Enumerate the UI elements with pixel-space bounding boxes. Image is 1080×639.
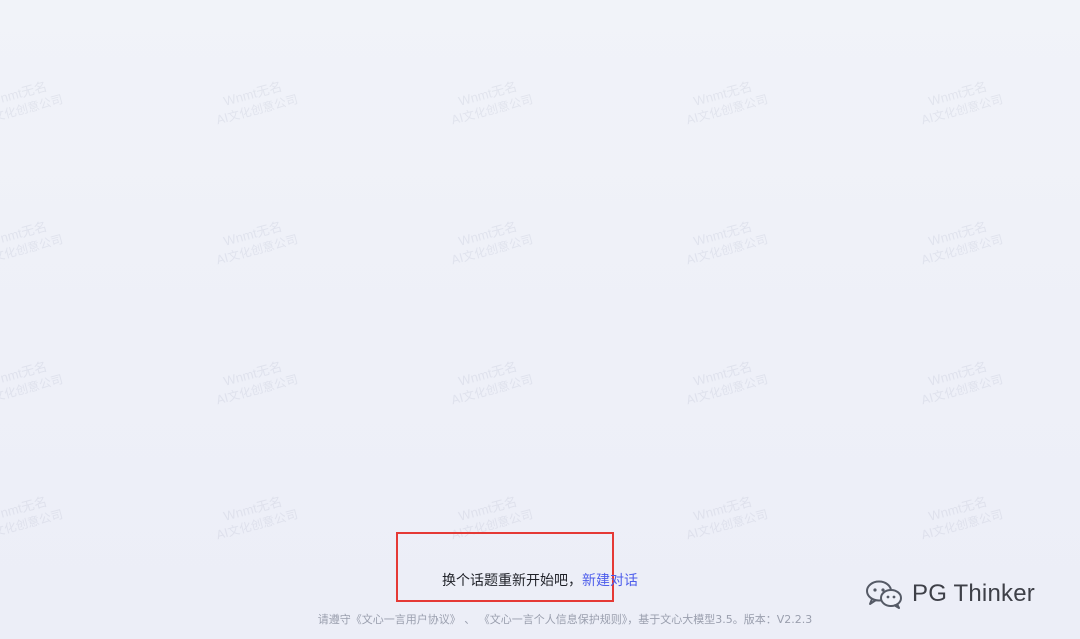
watermark-line-1: Wnmt无名 xyxy=(221,358,284,389)
privacy-rules-link[interactable]: 《文心一言个人信息保护规则》 xyxy=(479,613,628,626)
watermark-line-2: AI文化创意公司 xyxy=(214,372,300,408)
watermark-line-2: AI文化创意公司 xyxy=(919,372,1005,408)
footer-suffix: ，基于文心大模型3.5。版本：V2.2.3 xyxy=(627,613,813,626)
footer-notice: 请遵守《文心一言用户协议》 、 《文心一言个人信息保护规则》，基于文心大模型3.… xyxy=(0,612,1080,628)
watermark-line-1: Wnmt无名 xyxy=(691,218,754,249)
footer-separator: 、 xyxy=(464,613,476,626)
restart-text: 换个话题重新开始吧， xyxy=(442,573,582,589)
brand-name: PG Thinker xyxy=(912,580,1035,607)
watermark-text: Wnmt无名 AI文化创意公司 xyxy=(408,345,571,419)
user-agreement-link[interactable]: 《文心一言用户协议》 xyxy=(351,613,461,626)
watermark-line-1: Wnmt无名 xyxy=(221,78,284,109)
watermark-line-1: Wnmt无名 xyxy=(456,358,519,389)
watermark-line-2: AI文化创意公司 xyxy=(684,372,770,408)
watermark-line-1: Wnmt无名 xyxy=(691,78,754,109)
watermark-text: Wnmt无名 AI文化创意公司 xyxy=(643,205,806,279)
watermark-line-2: AI文化创意公司 xyxy=(0,232,65,268)
brand-watermark: PG Thinker xyxy=(864,579,1035,609)
watermark-line-1: Wnmt无名 xyxy=(0,358,49,389)
watermark-text: Wnmt无名 AI文化创意公司 xyxy=(878,480,1041,554)
footer-prefix: 请遵守 xyxy=(317,613,351,626)
watermark-text: Wnmt无名 AI文化创意公司 xyxy=(408,65,571,139)
watermark-line-1: Wnmt无名 xyxy=(691,493,754,524)
watermark-text: Wnmt无名 AI文化创意公司 xyxy=(0,480,102,554)
watermark-line-1: Wnmt无名 xyxy=(926,493,989,524)
wechat-icon xyxy=(866,580,902,609)
watermark-text: Wnmt无名 AI文化创意公司 xyxy=(0,65,102,139)
watermark-line-1: Wnmt无名 xyxy=(456,493,519,524)
new-chat-link[interactable]: 新建对话 xyxy=(582,573,638,589)
watermark-text: Wnmt无名 AI文化创意公司 xyxy=(878,205,1041,279)
watermark-line-2: AI文化创意公司 xyxy=(0,372,65,408)
watermark-text: Wnmt无名 AI文化创意公司 xyxy=(408,205,571,279)
watermark-line-1: Wnmt无名 xyxy=(926,218,989,249)
watermark-line-2: AI文化创意公司 xyxy=(0,507,65,543)
watermark-line-2: AI文化创意公司 xyxy=(684,92,770,128)
watermark-line-1: Wnmt无名 xyxy=(0,78,49,109)
watermark-text: Wnmt无名 AI文化创意公司 xyxy=(643,480,806,554)
watermark-line-1: Wnmt无名 xyxy=(0,218,49,249)
watermark-line-1: Wnmt无名 xyxy=(926,78,989,109)
watermark-line-1: Wnmt无名 xyxy=(926,358,989,389)
watermark-text: Wnmt无名 AI文化创意公司 xyxy=(173,65,336,139)
watermark-line-1: Wnmt无名 xyxy=(221,493,284,524)
watermark-line-1: Wnmt无名 xyxy=(0,493,49,524)
watermark-line-2: AI文化创意公司 xyxy=(0,92,65,128)
watermark-text: Wnmt无名 AI文化创意公司 xyxy=(173,480,336,554)
watermark-line-1: Wnmt无名 xyxy=(691,358,754,389)
watermark-line-1: Wnmt无名 xyxy=(456,78,519,109)
watermark-text: Wnmt无名 AI文化创意公司 xyxy=(0,345,102,419)
watermark-line-2: AI文化创意公司 xyxy=(449,372,535,408)
watermark-line-2: AI文化创意公司 xyxy=(449,232,535,268)
watermark-text: Wnmt无名 AI文化创意公司 xyxy=(173,205,336,279)
highlight-box xyxy=(396,532,614,602)
watermark-line-2: AI文化创意公司 xyxy=(919,507,1005,543)
watermark-line-1: Wnmt无名 xyxy=(221,218,284,249)
watermark-line-2: AI文化创意公司 xyxy=(214,232,300,268)
watermark-text: Wnmt无名 AI文化创意公司 xyxy=(878,345,1041,419)
watermark-line-2: AI文化创意公司 xyxy=(919,92,1005,128)
watermark-text: Wnmt无名 AI文化创意公司 xyxy=(0,205,102,279)
watermark-line-1: Wnmt无名 xyxy=(456,218,519,249)
watermark-line-2: AI文化创意公司 xyxy=(684,232,770,268)
watermark-text: Wnmt无名 AI文化创意公司 xyxy=(173,345,336,419)
watermark-text: Wnmt无名 AI文化创意公司 xyxy=(878,65,1041,139)
watermark-line-2: AI文化创意公司 xyxy=(449,92,535,128)
watermark-text: Wnmt无名 AI文化创意公司 xyxy=(643,345,806,419)
watermark-line-2: AI文化创意公司 xyxy=(919,232,1005,268)
watermark-line-2: AI文化创意公司 xyxy=(214,507,300,543)
watermark-text: Wnmt无名 AI文化创意公司 xyxy=(643,65,806,139)
watermark-line-2: AI文化创意公司 xyxy=(214,92,300,128)
watermark-line-2: AI文化创意公司 xyxy=(684,507,770,543)
